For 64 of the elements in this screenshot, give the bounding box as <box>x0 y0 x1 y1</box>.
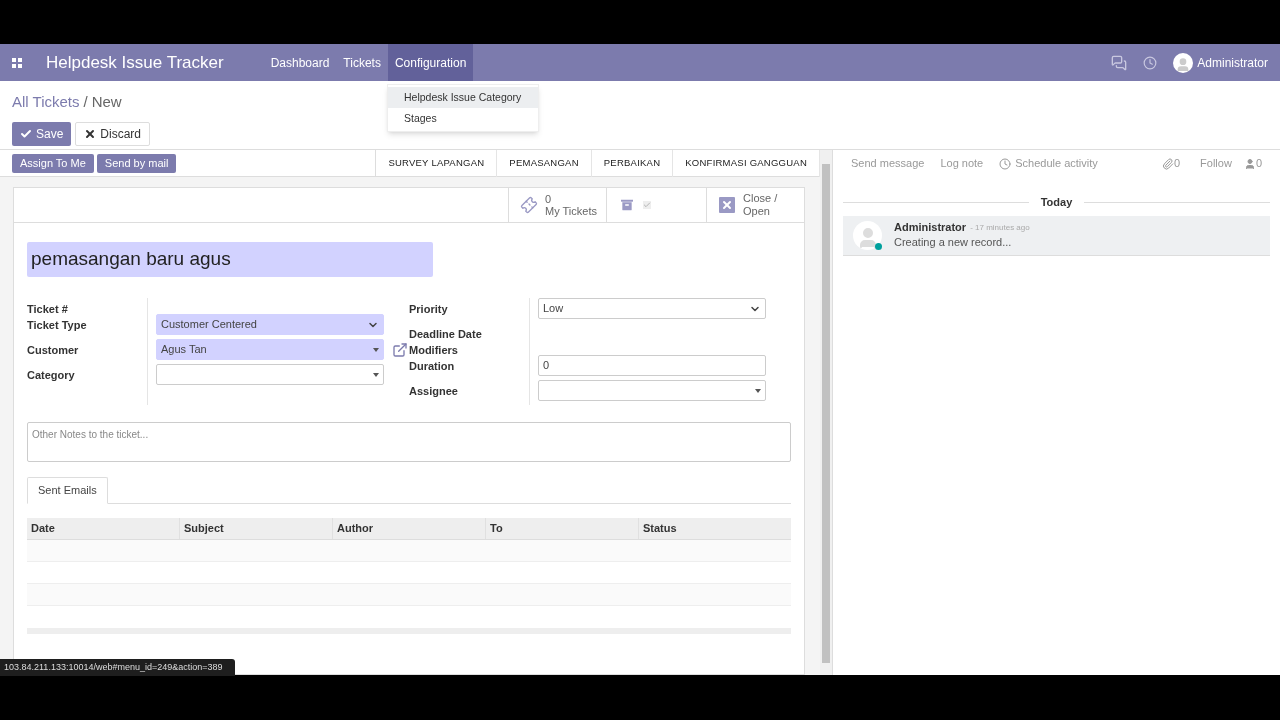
message-time: - 17 minutes ago <box>970 222 1030 234</box>
clock-icon[interactable] <box>1143 55 1158 70</box>
caret-icon <box>373 372 379 377</box>
column-header[interactable]: To <box>485 518 638 539</box>
stage-step[interactable]: PEMASANGAN <box>497 149 592 177</box>
breadcrumb-separator: / <box>83 92 88 112</box>
chat-icon[interactable] <box>1111 54 1128 71</box>
stage-step[interactable]: PERBAIKAN <box>591 149 674 177</box>
breadcrumb-current: New <box>91 92 122 112</box>
menu-item[interactable]: Tickets <box>336 44 388 81</box>
select-field[interactable]: Low <box>538 298 766 319</box>
field-label: Customer <box>27 343 79 358</box>
follower-icon <box>1243 157 1256 170</box>
message-author: Administrator <box>894 220 967 235</box>
stage-step[interactable]: SURVEY LAPANGAN <box>376 149 498 177</box>
save-button[interactable]: Save <box>12 121 72 146</box>
column-header[interactable]: Date <box>27 518 179 539</box>
dropdown-item[interactable]: Stages <box>388 108 538 129</box>
column-header[interactable]: Author <box>332 518 485 539</box>
close-icon <box>84 127 97 140</box>
avatar-icon <box>1173 52 1194 73</box>
external-link-icon[interactable] <box>392 341 408 358</box>
header-button[interactable]: Send by mail <box>96 153 177 173</box>
apps-menu-icon[interactable] <box>12 57 22 68</box>
paperclip-icon <box>1161 157 1174 170</box>
smart-button[interactable]: Close / Open <box>706 188 804 222</box>
app-title: Helpdesk Issue Tracker <box>46 51 224 74</box>
menu-item[interactable]: Configuration <box>387 44 474 81</box>
field-label: Priority <box>409 302 448 317</box>
clock-icon <box>999 157 1012 170</box>
date-separator: Today <box>1040 195 1073 210</box>
notes-field[interactable]: Other Notes to the ticket... <box>27 422 791 462</box>
smart-button[interactable]: 0 My Tickets <box>508 188 606 222</box>
check-icon <box>643 201 651 209</box>
title-field[interactable]: pemasangan baru agus <box>27 242 433 277</box>
check-icon <box>20 127 32 140</box>
archive-icon <box>619 197 635 213</box>
status-url: 103.84.211.133:10014/web#menu_id=249&action=389 <box>0 659 235 676</box>
caret-icon <box>373 347 379 352</box>
tab[interactable]: Sent Emails <box>27 477 108 504</box>
dropdown-field[interactable] <box>538 380 766 401</box>
close-icon <box>719 197 735 213</box>
dropdown-item[interactable]: Helpdesk Issue Category <box>388 87 538 108</box>
field-label: Ticket # <box>27 302 68 317</box>
field-label: Assignee <box>409 384 458 399</box>
caret-icon <box>755 388 761 393</box>
dropdown-field[interactable] <box>156 364 384 385</box>
field-label: Duration <box>409 359 455 374</box>
discard-button[interactable]: Discard <box>75 121 151 146</box>
field-label: Ticket Type <box>27 318 87 333</box>
field-label: Category <box>27 368 75 383</box>
message-body: Creating a new record... <box>894 235 1013 250</box>
breadcrumb-link[interactable]: All Tickets <box>12 91 80 114</box>
input-field[interactable]: 0 <box>538 355 766 376</box>
field-label: Deadline Date <box>409 327 482 342</box>
avatar-icon <box>853 220 882 250</box>
field-label: Modifiers <box>409 343 458 358</box>
header-button[interactable]: Assign To Me <box>12 153 94 173</box>
column-header[interactable]: Status <box>638 518 791 539</box>
user-name[interactable]: Administrator <box>1197 53 1268 72</box>
select-field[interactable]: Customer Centered <box>156 314 384 335</box>
column-header[interactable]: Subject <box>179 518 332 539</box>
menu-item[interactable]: Dashboard <box>263 44 337 81</box>
dropdown-field[interactable]: Agus Tan <box>156 339 384 360</box>
